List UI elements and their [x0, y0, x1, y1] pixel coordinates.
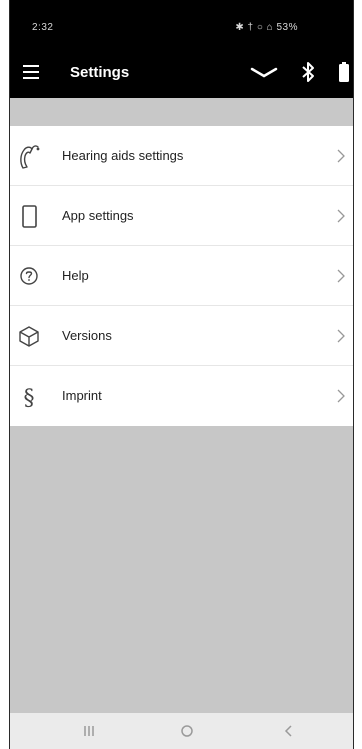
chevron-right-icon — [337, 149, 345, 163]
recent-apps-icon[interactable] — [80, 723, 98, 739]
settings-item-label: Help — [62, 268, 89, 283]
chevron-right-icon — [337, 209, 345, 223]
settings-item-label: Hearing aids settings — [62, 148, 184, 163]
chevron-right-icon — [337, 329, 345, 343]
header-spacer — [10, 98, 353, 126]
settings-item-label: Versions — [62, 328, 112, 343]
status-indicators: ✱ † ○ ⌂ 53% — [235, 22, 298, 33]
status-bar: 2:32 ✱ † ○ ⌂ 53% — [10, 0, 353, 48]
settings-item-versions[interactable]: Versions — [10, 306, 353, 366]
phone-screen: 2:32 ✱ † ○ ⌂ 53% Settings Hearing aids s… — [9, 0, 354, 749]
chevron-down-icon[interactable] — [250, 61, 278, 83]
section-sign-icon: § — [24, 386, 35, 411]
svg-text:§: § — [24, 386, 35, 411]
settings-item-help[interactable]: Help — [10, 246, 353, 306]
phone-icon — [22, 205, 37, 228]
settings-item-imprint[interactable]: § Imprint — [10, 366, 353, 426]
page-title: Settings — [70, 64, 130, 81]
settings-item-hearing-aids[interactable]: Hearing aids settings — [10, 126, 353, 186]
battery-icon — [339, 62, 349, 82]
menu-icon[interactable] — [23, 65, 39, 79]
cube-icon — [19, 326, 39, 347]
chevron-right-icon — [337, 389, 345, 403]
settings-item-label: App settings — [62, 208, 134, 223]
status-time: 2:32 — [32, 22, 54, 33]
app-bar: Settings — [10, 48, 353, 98]
help-icon — [20, 267, 38, 285]
settings-item-label: Imprint — [62, 388, 102, 403]
settings-list: Hearing aids settings App settings Help — [10, 126, 353, 426]
back-icon[interactable] — [280, 723, 298, 739]
hearing-aid-icon — [20, 145, 40, 169]
chevron-right-icon — [337, 269, 345, 283]
system-nav-bar — [10, 713, 353, 749]
home-icon[interactable] — [178, 723, 196, 739]
bluetooth-icon[interactable] — [300, 61, 316, 83]
settings-item-app[interactable]: App settings — [10, 186, 353, 246]
